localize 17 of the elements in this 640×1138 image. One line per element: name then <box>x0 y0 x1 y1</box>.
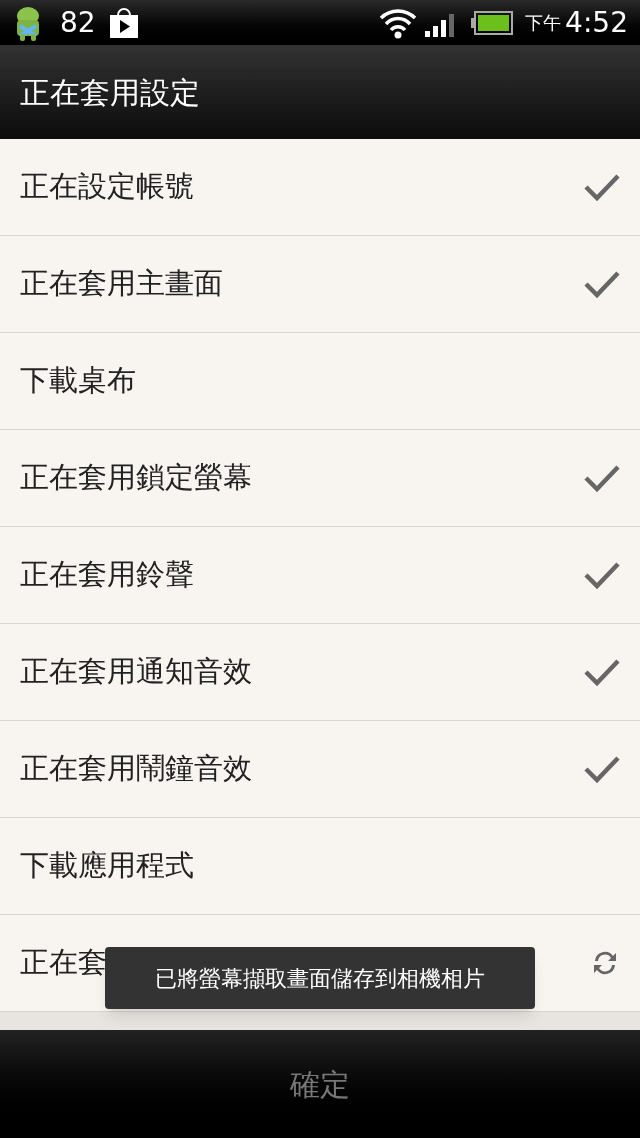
step-label: 正在套用主畫面 <box>20 265 223 303</box>
toast: 已將螢幕擷取畫面儲存到相機相片 <box>105 947 535 1009</box>
dialog-title: 正在套用設定 <box>20 73 200 112</box>
step-label: 下載桌布 <box>20 362 136 400</box>
step-label: 正在套用鈴聲 <box>20 556 194 594</box>
battery-icon <box>471 10 514 35</box>
step-label: 正在設定帳號 <box>20 168 194 206</box>
clock-time: 4:52 <box>565 4 628 41</box>
step-label: 正在套用鎖定螢幕 <box>20 459 252 497</box>
wifi-icon <box>379 6 418 39</box>
play-store-icon <box>107 6 140 39</box>
step-label: 正在套用鬧鐘音效 <box>20 750 252 788</box>
step-label: 正在套用通知音效 <box>20 653 252 691</box>
step-label: 下載應用程式 <box>20 847 194 885</box>
notification-count: 82 <box>60 4 96 41</box>
step-label: 正在套 <box>20 944 107 982</box>
time-period: 下午 <box>525 11 562 35</box>
